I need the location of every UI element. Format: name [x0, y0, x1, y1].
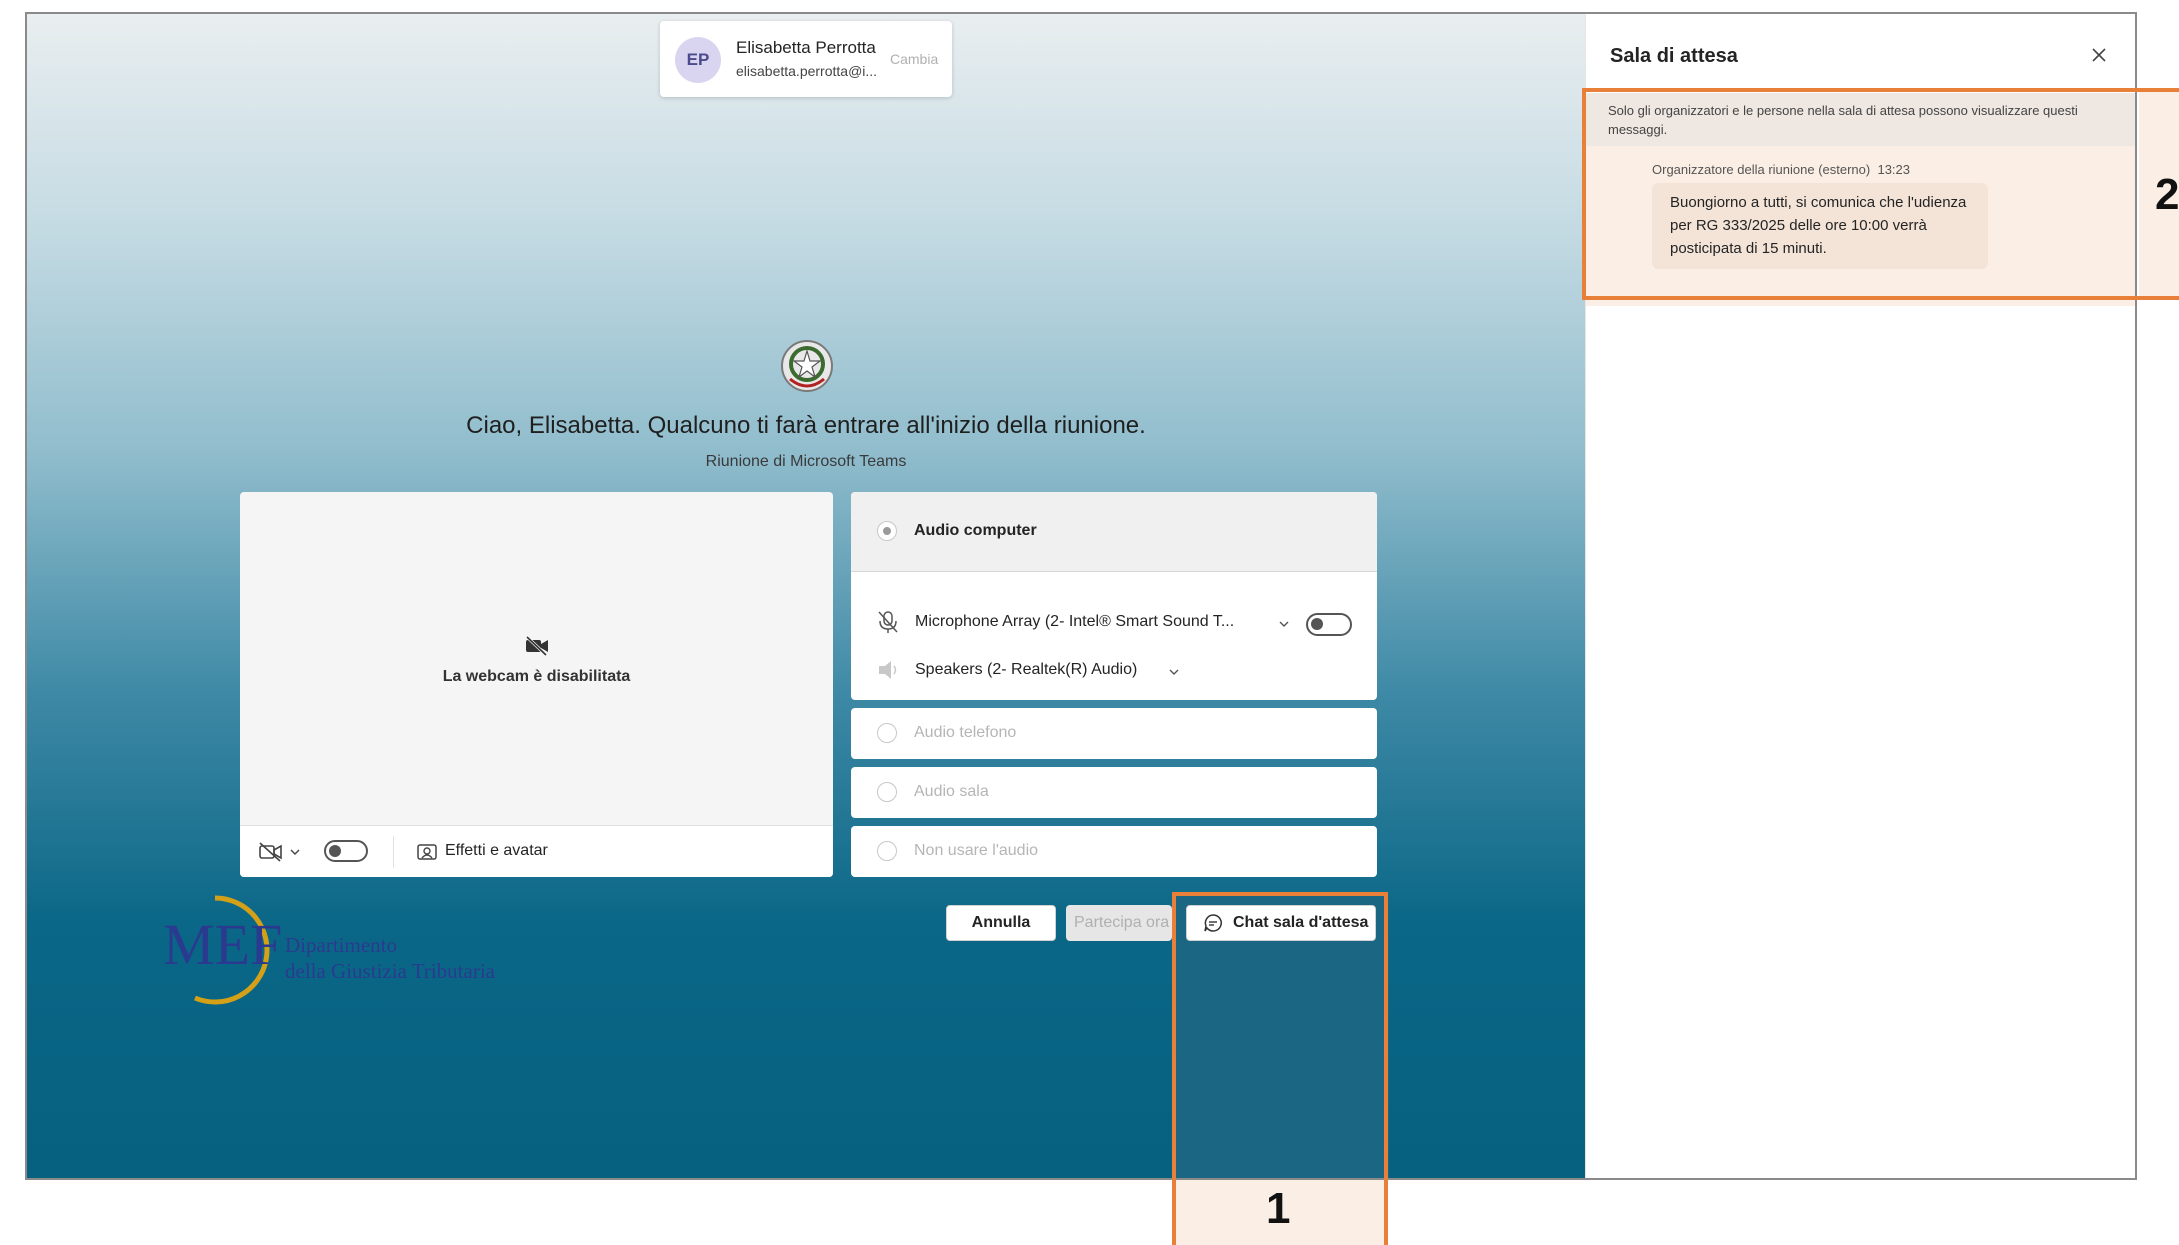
speaker-icon[interactable]: [877, 659, 901, 681]
audio-computer-card[interactable]: Audio computer Microphone Array (2- Inte…: [851, 492, 1377, 700]
camera-disabled-message: La webcam è disabilitata: [240, 635, 833, 686]
chat-panel-title: Sala di attesa: [1610, 45, 1738, 67]
speakers-select[interactable]: Speakers (2- Realtek(R) Audio): [915, 661, 1137, 679]
effects-icon[interactable]: [417, 843, 437, 861]
no-audio-radio[interactable]: [877, 841, 897, 861]
account-card: EP Elisabetta Perrotta elisabetta.perrot…: [660, 21, 952, 97]
mef-logo: MEF: [163, 895, 282, 1005]
audio-computer-label: Audio computer: [914, 522, 1037, 539]
microphone-select[interactable]: Microphone Array (2- Intel® Smart Sound …: [915, 613, 1234, 631]
camera-toggle-icon[interactable]: [258, 841, 284, 863]
audio-computer-option[interactable]: Audio computer: [851, 492, 1377, 572]
close-icon[interactable]: [2088, 44, 2110, 66]
audio-room-label: Audio sala: [914, 783, 989, 800]
microphone-muted-icon[interactable]: [877, 610, 899, 634]
chevron-down-icon[interactable]: [1279, 620, 1289, 628]
no-audio-label: Non usare l'audio: [914, 842, 1039, 859]
divider: [393, 836, 394, 868]
audio-phone-option[interactable]: Audio telefono: [851, 708, 1377, 759]
camera-disabled-text: La webcam è disabilitata: [442, 668, 631, 685]
audio-computer-radio[interactable]: [877, 521, 897, 541]
italian-emblem-icon: [781, 340, 833, 392]
join-now-button[interactable]: Partecipa ora: [1066, 905, 1172, 941]
highlight-box-2: [1582, 88, 2179, 300]
annotation-number-1: 1: [1266, 1184, 1291, 1233]
svg-text:MEF: MEF: [163, 912, 282, 977]
audio-room-radio[interactable]: [877, 782, 897, 802]
mef-line-1: Dipartimento: [285, 933, 397, 957]
chevron-down-icon[interactable]: [1169, 668, 1179, 676]
camera-preview: La webcam è disabilitata Effetti e avata…: [240, 492, 833, 877]
camera-switch[interactable]: [324, 840, 368, 862]
mef-department-text: Dipartimento della Giustizia Tributaria: [285, 932, 495, 984]
microphone-switch[interactable]: [1306, 613, 1352, 636]
no-audio-option[interactable]: Non usare l'audio: [851, 826, 1377, 877]
camera-off-icon: [525, 635, 548, 657]
meeting-type: Riunione di Microsoft Teams: [705, 453, 907, 470]
account-email: elisabetta.perrotta@i...: [736, 63, 878, 79]
audio-phone-radio[interactable]: [877, 723, 897, 743]
greeting-heading: Ciao, Elisabetta. Qualcuno ti farà entra…: [466, 412, 1146, 439]
effects-avatar-button[interactable]: Effetti e avatar: [445, 842, 548, 860]
mef-line-2: della Giustizia Tributaria: [285, 959, 495, 983]
camera-controls: Effetti e avatar: [240, 825, 833, 877]
audio-room-option[interactable]: Audio sala: [851, 767, 1377, 818]
chevron-down-icon[interactable]: [290, 848, 300, 856]
avatar: EP: [675, 37, 721, 83]
audio-phone-label: Audio telefono: [914, 724, 1017, 741]
change-account-link[interactable]: Cambia: [890, 51, 938, 67]
cancel-button[interactable]: Annulla: [946, 905, 1056, 941]
account-name: Elisabetta Perrotta: [736, 38, 876, 57]
annotation-number-2: 2: [2155, 170, 2179, 219]
